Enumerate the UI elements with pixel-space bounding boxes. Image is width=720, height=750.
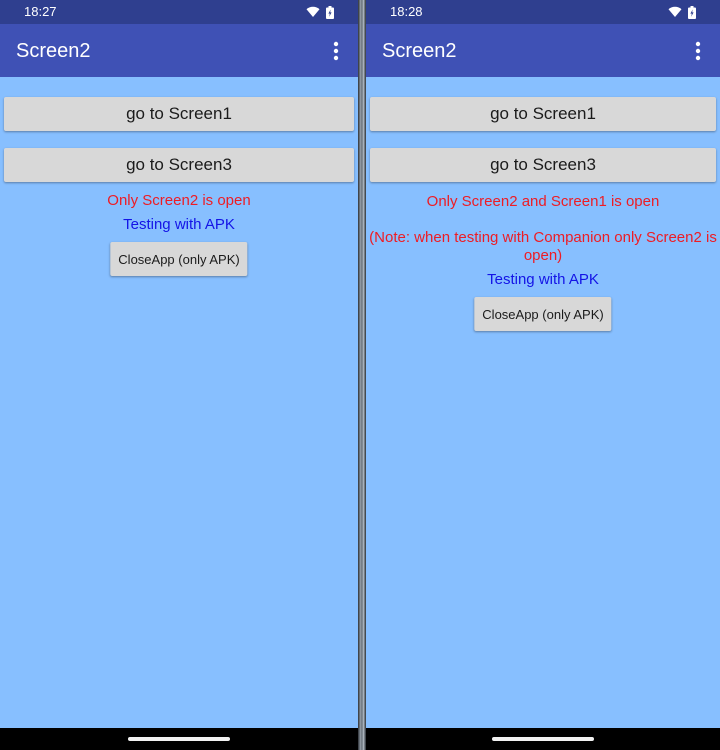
app-title: Screen2 [382, 40, 457, 62]
status-time: 18:28 [390, 4, 423, 19]
home-gesture-handle[interactable] [128, 737, 230, 741]
screen-content: go to Screen1 go to Screen3 Only Screen2… [0, 77, 358, 728]
testing-label: Testing with APK [487, 271, 599, 288]
battery-icon [326, 5, 334, 19]
go-to-screen3-button[interactable]: go to Screen3 [370, 148, 716, 182]
app-bar: Screen2 [366, 24, 720, 77]
status-bar: 18:28 [366, 0, 720, 24]
status-time: 18:27 [24, 4, 57, 19]
testing-label: Testing with APK [123, 216, 235, 233]
status-bar: 18:27 [0, 0, 358, 24]
phone-screen-left: 18:27 Screen2 go to Screen1 go to Screen… [0, 0, 358, 750]
companion-note: (Note: when testing with Companion only … [369, 229, 717, 264]
open-screens-message: Only Screen2 and Screen1 is open [426, 193, 660, 210]
status-icons [668, 5, 696, 19]
open-screens-message: Only Screen2 is open [107, 192, 251, 209]
app-title: Screen2 [16, 40, 91, 62]
side-by-side-screenshots: 18:27 Screen2 go to Screen1 go to Screen… [0, 0, 720, 750]
battery-icon [688, 5, 696, 19]
app-bar: Screen2 [0, 24, 358, 77]
phone-screen-right: 18:28 Screen2 go to Screen1 go to Screen… [366, 0, 720, 750]
home-gesture-handle[interactable] [492, 737, 594, 741]
wifi-icon [306, 6, 320, 18]
go-to-screen3-button[interactable]: go to Screen3 [4, 148, 354, 182]
status-icons [306, 5, 334, 19]
close-app-button[interactable]: CloseApp (only APK) [474, 297, 612, 331]
navigation-bar [366, 728, 720, 750]
go-to-screen1-button[interactable]: go to Screen1 [370, 97, 716, 131]
go-to-screen1-button[interactable]: go to Screen1 [4, 97, 354, 131]
screen-content: go to Screen1 go to Screen3 Only Screen2… [366, 77, 720, 728]
screenshot-divider [358, 0, 366, 750]
more-vert-icon[interactable] [326, 37, 346, 65]
navigation-bar [0, 728, 358, 750]
more-vert-icon[interactable] [688, 37, 708, 65]
wifi-icon [668, 6, 682, 18]
close-app-button[interactable]: CloseApp (only APK) [110, 242, 248, 276]
